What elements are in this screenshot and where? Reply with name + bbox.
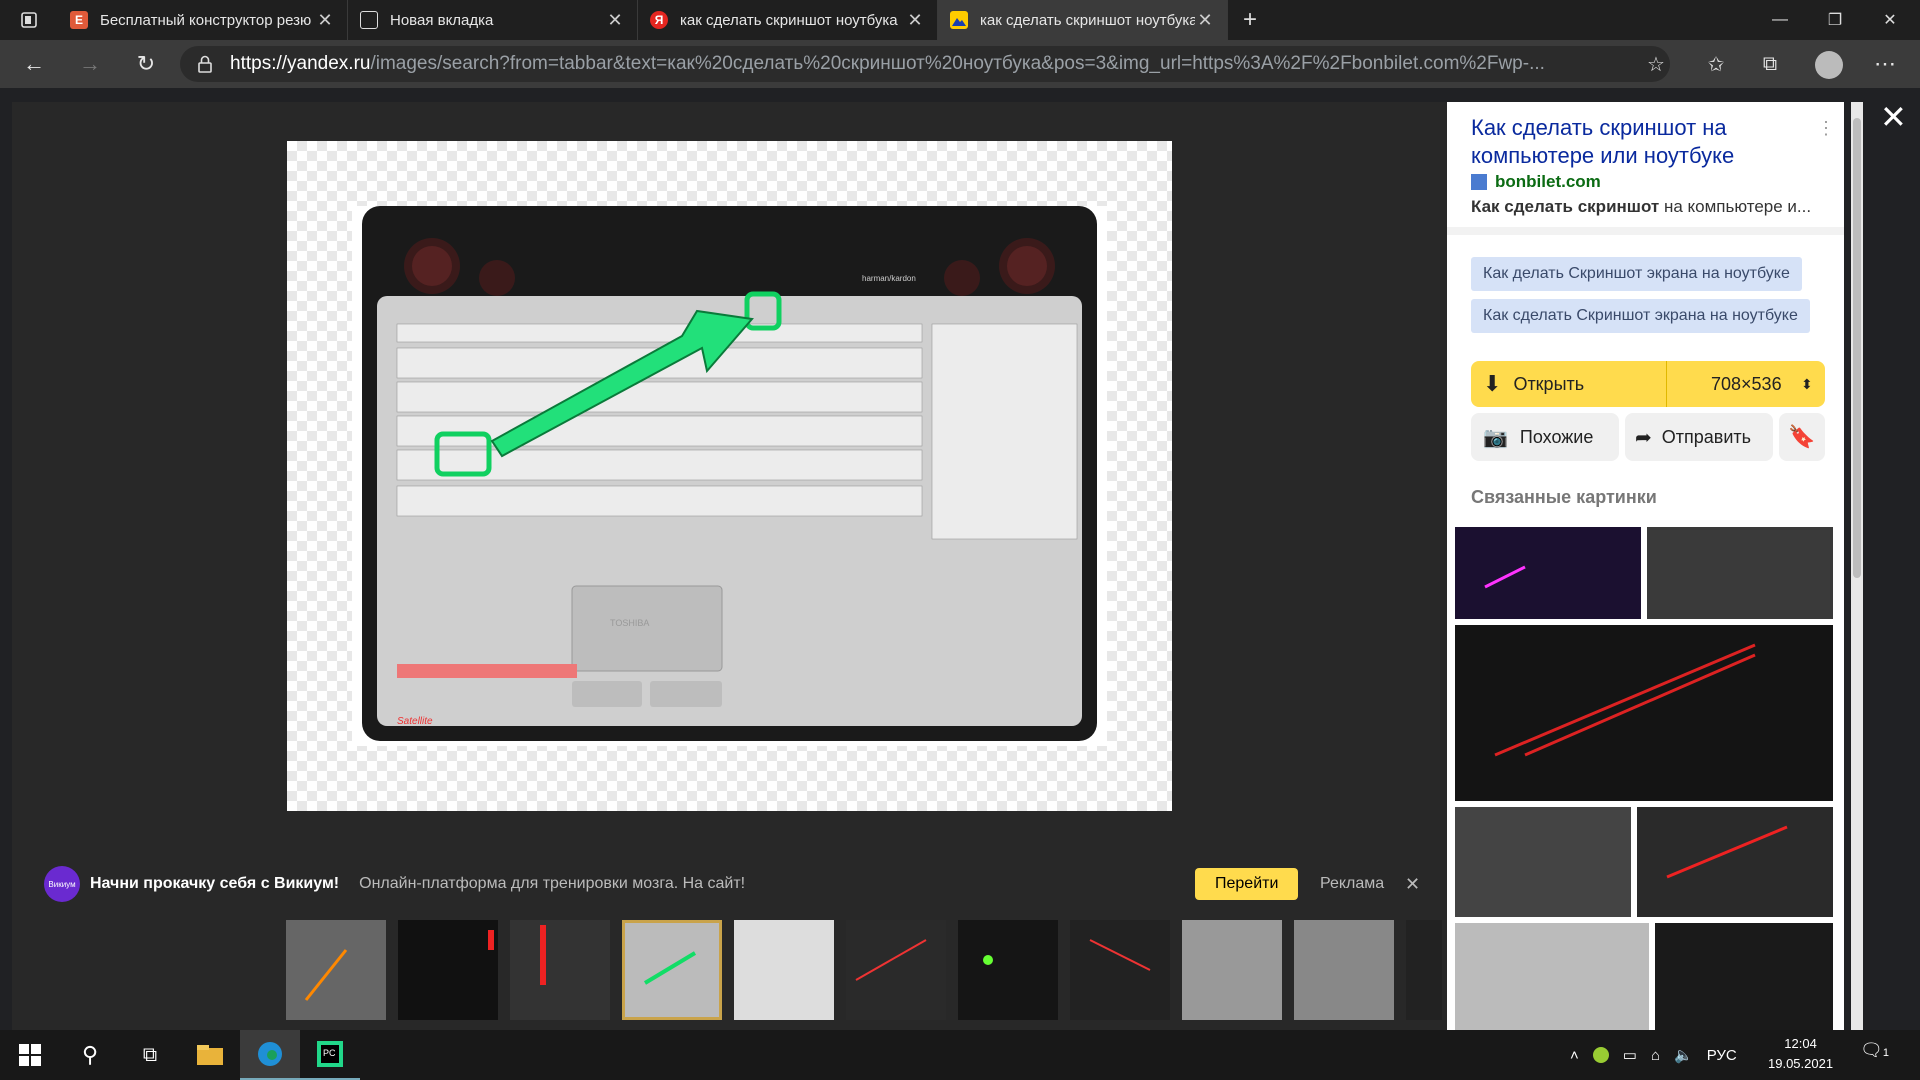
favorites-icon[interactable]: ✩ (1688, 40, 1744, 88)
tab-yandex-images[interactable]: как сделать скриншот ноутбука ✕ (938, 0, 1228, 40)
task-view-icon[interactable]: ⧉ (120, 1030, 180, 1080)
camera-icon: 📷 (1483, 426, 1508, 449)
notifications-icon[interactable]: 🗨1 (1860, 1040, 1889, 1061)
svg-text:harman/kardon: harman/kardon (862, 274, 916, 283)
clock[interactable]: 12:04 19.05.2021 (1768, 1034, 1833, 1074)
panel-scrollbar[interactable] (1851, 102, 1863, 1030)
yandex-icon: Я (650, 11, 668, 29)
language-indicator[interactable]: РУС (1707, 1047, 1737, 1064)
site-link[interactable]: bonbilet.com (1471, 172, 1601, 192)
related-thumb[interactable] (1455, 625, 1833, 801)
close-tab-icon[interactable]: ✕ (905, 10, 925, 31)
ad-label: Реклама (1320, 875, 1385, 892)
close-window-button[interactable]: ✕ (1860, 0, 1920, 40)
ad-text[interactable]: Онлайн-платформа для тренировки мозга. Н… (359, 875, 745, 893)
share-icon: ➦ (1635, 426, 1652, 449)
profile-avatar[interactable] (1815, 51, 1843, 79)
edge-icon[interactable] (240, 1030, 300, 1080)
image-info-panel: Как сделать скриншот на компьютере или н… (1447, 102, 1844, 1030)
taskbar: ⚲ ⧉ PC ˄ ▭ ⌂ 🔈 РУС 12:04 19.05.2021 🗨1 (0, 1030, 1920, 1080)
strip-thumb[interactable] (958, 920, 1058, 1020)
ad-logo: Викиум (44, 866, 80, 902)
strip-thumb[interactable] (286, 920, 386, 1020)
lock-icon (198, 55, 212, 73)
site-favicon-icon (1471, 174, 1487, 190)
maximize-button[interactable]: ❐ (1805, 0, 1865, 40)
new-tab-button[interactable]: + (1228, 0, 1272, 40)
query-chip[interactable]: Как сделать Скриншот экрана на ноутбуке (1471, 299, 1810, 333)
strip-thumb[interactable] (1294, 920, 1394, 1020)
laptop-photo: harman/kardon TOSHIBA Satellite (352, 206, 1107, 746)
back-icon[interactable]: ← (6, 40, 62, 88)
query-chip[interactable]: Как делать Скриншот экрана на ноутбуке (1471, 257, 1802, 291)
related-thumb[interactable] (1655, 923, 1833, 1030)
tray-app-icon[interactable] (1592, 1047, 1609, 1063)
size-select[interactable]: 708×536 (1711, 374, 1782, 395)
related-thumb[interactable] (1455, 807, 1631, 917)
strip-thumb[interactable] (846, 920, 946, 1020)
svg-text:TOSHIBA: TOSHIBA (610, 618, 649, 628)
tab-new[interactable]: Новая вкладка ✕ (348, 0, 638, 40)
newtab-icon (360, 11, 378, 29)
panel-title[interactable]: Как сделать скриншот на компьютере или н… (1471, 114, 1801, 170)
network-icon[interactable]: ⌂ (1651, 1047, 1660, 1064)
file-explorer-icon[interactable] (180, 1030, 240, 1080)
ad-go-button[interactable]: Перейти (1195, 868, 1299, 900)
open-button[interactable]: ⬇ Открыть 708×536 ⬍ (1471, 361, 1825, 407)
bookmark-icon: 🔖 (1788, 424, 1816, 449)
search-icon[interactable]: ⚲ (60, 1030, 120, 1080)
select-arrow-icon: ⬍ (1801, 375, 1813, 392)
tab-actions-icon[interactable] (0, 0, 58, 40)
strip-thumb[interactable] (1406, 920, 1442, 1020)
strip-thumb[interactable] (1070, 920, 1170, 1020)
ad-headline[interactable]: Начни прокачку себя с Викиум! (90, 875, 339, 893)
close-tab-icon[interactable]: ✕ (605, 10, 625, 31)
minimize-button[interactable]: — (1750, 0, 1810, 40)
forward-icon[interactable]: → (62, 40, 118, 88)
thumbnail-strip (286, 920, 1442, 1020)
address-bar[interactable]: https://yandex.ru/images/search?from=tab… (180, 46, 1670, 82)
bookmark-button[interactable]: 🔖 (1779, 413, 1825, 461)
resume-icon: Е (70, 11, 88, 29)
close-tab-icon[interactable]: ✕ (315, 10, 335, 31)
close-viewer-icon[interactable]: ✕ (1880, 98, 1907, 136)
strip-thumb[interactable] (1182, 920, 1282, 1020)
download-icon: ⬇ (1483, 371, 1502, 396)
related-thumb[interactable] (1647, 527, 1833, 619)
strip-thumb[interactable] (734, 920, 834, 1020)
related-title: Связанные картинки (1471, 487, 1657, 507)
url-text: https://yandex.ru/images/search?from=tab… (230, 53, 1545, 74)
similar-button[interactable]: 📷 Похожие (1471, 413, 1619, 461)
settings-menu-icon[interactable]: ⋯ (1857, 40, 1913, 88)
close-ad-icon[interactable]: ✕ (1405, 874, 1420, 895)
strip-thumb[interactable] (510, 920, 610, 1020)
tab-bar: Е Бесплатный конструктор резю ✕ Новая вк… (0, 0, 1920, 40)
strip-thumb-active[interactable] (622, 920, 722, 1020)
more-icon[interactable]: ⋮ (1817, 118, 1835, 139)
volume-icon[interactable]: 🔈 (1674, 1046, 1693, 1064)
add-favorite-icon[interactable]: ☆ (1628, 40, 1684, 88)
collections-icon[interactable]: ⧉ (1742, 40, 1798, 88)
share-button[interactable]: ➦ Отправить (1625, 413, 1773, 461)
pycharm-icon[interactable]: PC (300, 1030, 360, 1080)
svg-text:Satellite: Satellite (397, 716, 433, 727)
related-thumb[interactable] (1455, 527, 1641, 619)
close-tab-icon[interactable]: ✕ (1195, 10, 1215, 31)
tab-resume[interactable]: Е Бесплатный конструктор резю ✕ (58, 0, 348, 40)
strip-thumb[interactable] (398, 920, 498, 1020)
related-thumb[interactable] (1455, 923, 1649, 1030)
svg-text:PC: PC (323, 1048, 336, 1058)
yandex-images-icon (950, 11, 968, 29)
ad-bar: Викиум Начни прокачку себя с Викиум! Онл… (30, 860, 1440, 908)
main-image[interactable]: harman/kardon TOSHIBA Satellite (287, 141, 1172, 811)
battery-icon[interactable]: ▭ (1623, 1046, 1637, 1064)
tab-yandex-search[interactable]: Я как сделать скриншот ноутбука ✕ (638, 0, 938, 40)
snippet: Как сделать скриншот на компьютере и... (1471, 197, 1812, 216)
start-icon[interactable] (0, 1030, 60, 1080)
tray-expand-icon[interactable]: ˄ (1570, 1047, 1579, 1064)
related-thumb[interactable] (1637, 807, 1833, 917)
reload-icon[interactable]: ↻ (118, 40, 174, 88)
